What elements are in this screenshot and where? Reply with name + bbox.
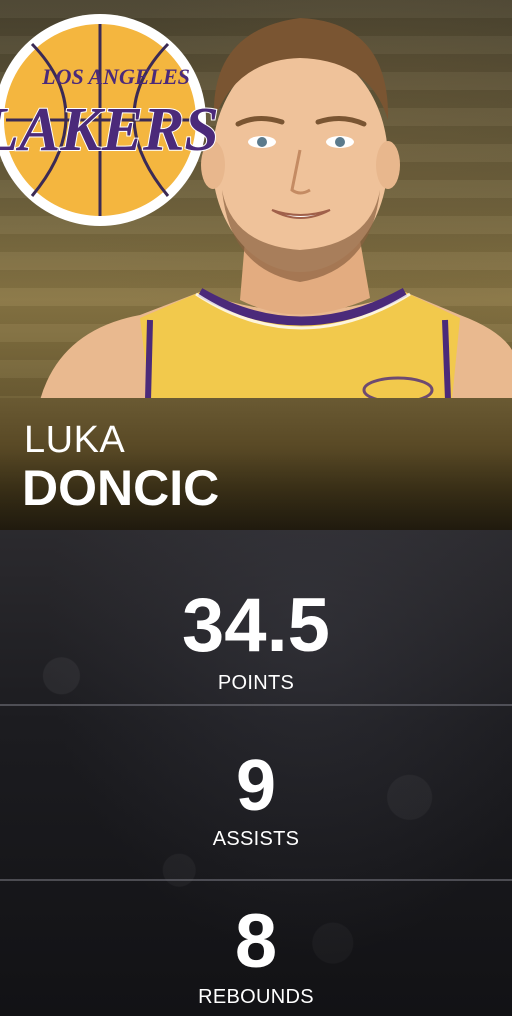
logo-text-main: LAKERS (0, 96, 219, 164)
stat-label: POINTS (217, 672, 295, 694)
player-stat-card: LOS ANGELES LAKERS LUKA DONCIC 34.5 POIN… (0, 0, 512, 1016)
lakers-logo: LOS ANGELES LAKERS (0, 14, 220, 226)
player-first-name: LUKA (24, 419, 126, 461)
stat-label: REBOUNDS (198, 986, 314, 1008)
stat-value: 8 (234, 899, 278, 984)
stat-value: 9 (235, 746, 277, 826)
stat-rebounds: 8 REBOUNDS (0, 904, 512, 1009)
player-last-name: DONCIC (22, 460, 220, 516)
stat-divider (0, 704, 512, 706)
stat-label: ASSISTS (212, 828, 300, 850)
stat-assists: 9 ASSISTS (0, 750, 512, 851)
stat-points: 34.5 POINTS (0, 588, 512, 695)
logo-text-top: LOS ANGELES (41, 64, 190, 89)
stat-value: 34.5 (182, 583, 330, 668)
hero-photo-area: LOS ANGELES LAKERS (0, 0, 512, 400)
stat-divider (0, 879, 512, 881)
